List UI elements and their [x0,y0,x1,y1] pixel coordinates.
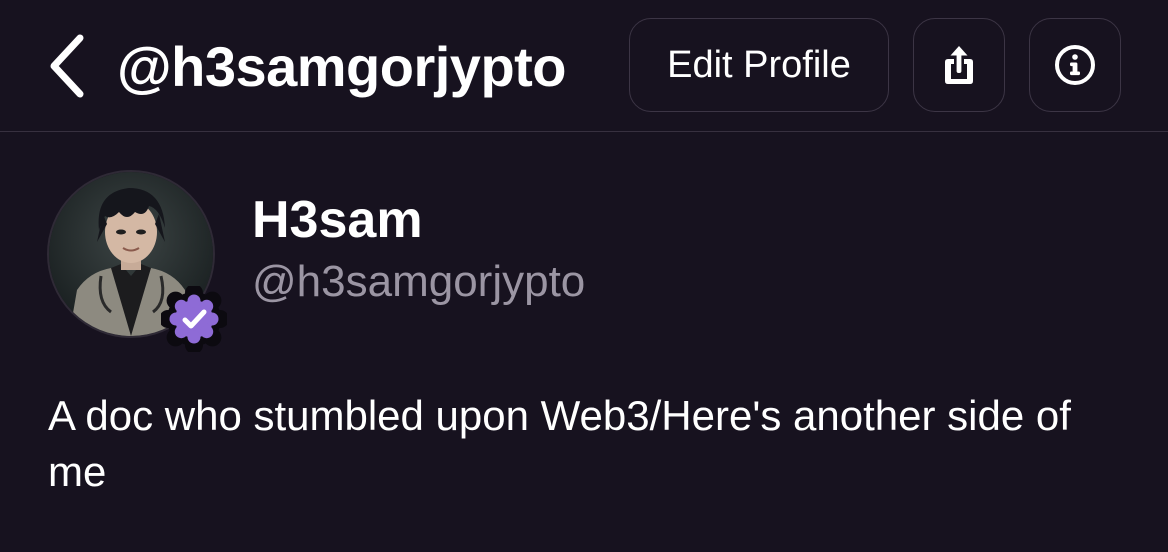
verified-check-icon [159,284,229,354]
share-icon [945,46,973,84]
info-button[interactable] [1029,18,1121,112]
profile-handle: @h3samgorjypto [252,257,586,306]
page-title: @h3samgorjypto [117,35,567,98]
top-bar: @h3samgorjypto Edit Profile [0,0,1168,132]
back-button[interactable] [36,28,96,104]
info-icon [1055,45,1095,85]
chevron-left-icon [50,34,84,98]
profile-bio: A doc who stumbled upon Web3/Here's anot… [48,392,1071,495]
profile-page: @h3samgorjypto Edit Profile H3sam @h3sam… [0,0,1168,552]
display-name: H3sam [252,191,423,249]
verified-badge [159,284,229,354]
share-button[interactable] [913,18,1005,112]
edit-profile-button[interactable]: Edit Profile [629,18,889,112]
edit-profile-label: Edit Profile [667,44,851,86]
